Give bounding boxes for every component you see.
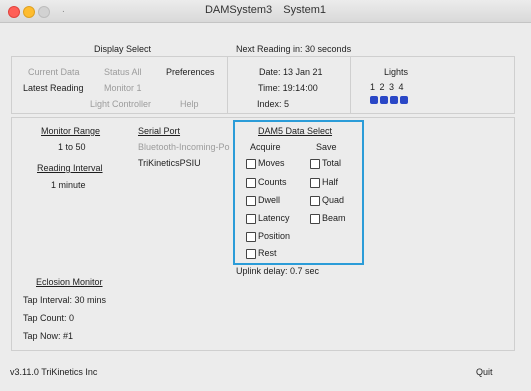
help-button[interactable]: Help (180, 99, 199, 109)
moves-label: Moves (258, 158, 285, 168)
title-bar: . DAMSystem3 System1 (0, 0, 531, 23)
latency-label: Latency (258, 213, 290, 223)
lights-numbers: 1 2 3 4 (370, 82, 405, 92)
quad-label: Quad (322, 195, 345, 205)
date-readout: Date: 13 Jan 21 (259, 67, 323, 77)
index-readout: Index: 5 (257, 99, 290, 109)
dwell-label: Dwell (258, 195, 281, 205)
system-name: System1 (283, 4, 327, 16)
light-controller-button[interactable]: Light Controller (90, 99, 151, 109)
beam-label: Beam (322, 213, 346, 223)
divider (350, 57, 351, 113)
light-indicator-2[interactable] (380, 96, 388, 104)
light-indicator-4[interactable] (400, 96, 408, 104)
monitor-1-button[interactable]: Monitor 1 (104, 83, 142, 93)
half-checkbox[interactable] (310, 178, 320, 188)
light-indicator-1[interactable] (370, 96, 378, 104)
next-reading-label: Next Reading in: 30 seconds (236, 44, 352, 54)
reading-interval-title: Reading Interval (37, 163, 103, 173)
quit-button[interactable]: Quit (476, 367, 493, 377)
acquire-header: Acquire (250, 142, 281, 152)
tap-now-button[interactable]: Tap Now: #1 (23, 331, 73, 341)
light-indicator-3[interactable] (390, 96, 398, 104)
save-header: Save (316, 142, 337, 152)
beam-checkbox[interactable] (310, 214, 320, 224)
reading-interval-value[interactable]: 1 minute (51, 180, 86, 190)
window-title: DAMSystem3 System1 (0, 4, 531, 16)
position-label: Position (258, 231, 291, 241)
version-label: v3.11.0 TriKinetics Inc (10, 367, 98, 377)
total-checkbox[interactable] (310, 159, 320, 169)
tap-interval-readout[interactable]: Tap Interval: 30 mins (23, 295, 106, 305)
position-checkbox[interactable] (246, 232, 256, 242)
dwell-checkbox[interactable] (246, 196, 256, 206)
half-label: Half (322, 177, 339, 187)
monitor-range-value[interactable]: 1 to 50 (58, 142, 86, 152)
app-name: DAMSystem3 (204, 4, 273, 16)
lights-title: Lights (384, 67, 409, 77)
latest-reading-button[interactable]: Latest Reading (23, 83, 84, 93)
status-all-button[interactable]: Status All (104, 67, 142, 77)
serial-option-psiu[interactable]: TriKineticsPSIU (138, 158, 201, 168)
serial-port-title: Serial Port (138, 126, 181, 136)
moves-checkbox[interactable] (246, 159, 256, 169)
rest-checkbox[interactable] (246, 249, 256, 259)
preferences-button[interactable]: Preferences (166, 67, 215, 77)
quad-checkbox[interactable] (310, 196, 320, 206)
rest-label: Rest (258, 248, 277, 258)
counts-label: Counts (258, 177, 287, 187)
current-data-button[interactable]: Current Data (28, 67, 80, 77)
serial-option-bluetooth[interactable]: Bluetooth-Incoming-Po (138, 142, 230, 152)
time-readout: Time: 19:14:00 (258, 83, 318, 93)
divider (227, 57, 228, 113)
dam5-title: DAM5 Data Select (258, 126, 333, 136)
uplink-delay-readout: Uplink delay: 0.7 sec (236, 266, 320, 276)
display-select-label: Display Select (94, 44, 152, 54)
tap-count-readout: Tap Count: 0 (23, 313, 75, 323)
counts-checkbox[interactable] (246, 178, 256, 188)
total-label: Total (322, 158, 342, 168)
monitor-range-title: Monitor Range (41, 126, 101, 136)
eclosion-monitor-title: Eclosion Monitor (36, 277, 103, 287)
latency-checkbox[interactable] (246, 214, 256, 224)
